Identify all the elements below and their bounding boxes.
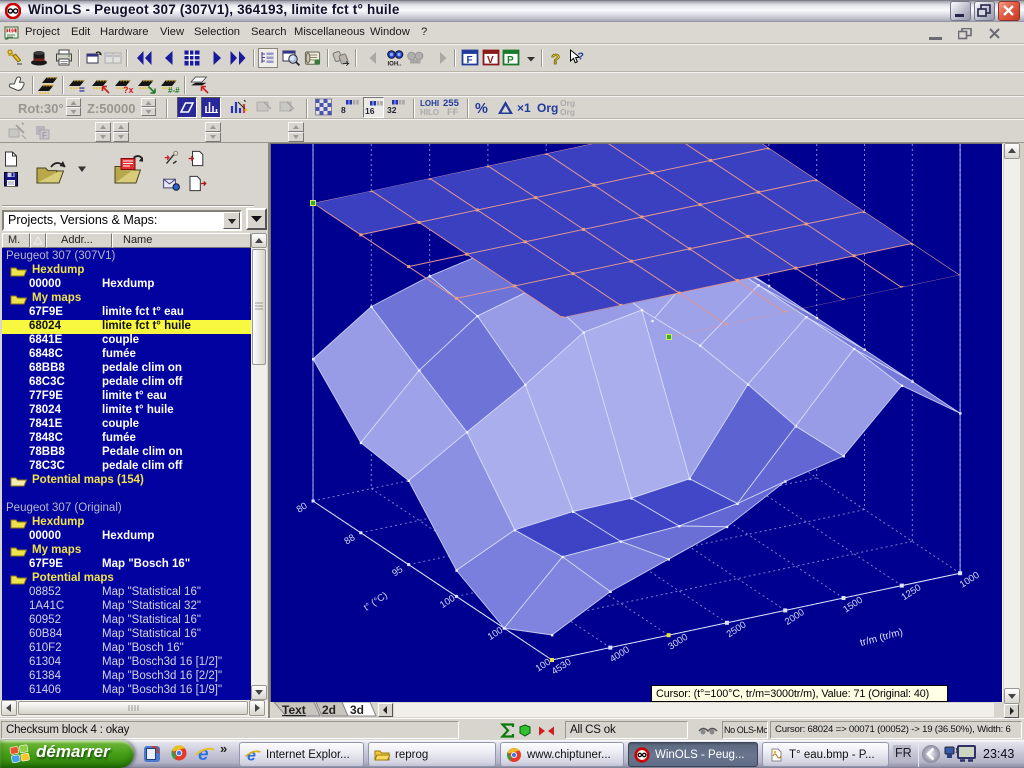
svg-text:×1: ×1: [517, 101, 531, 115]
svg-text:FF: FF: [447, 107, 459, 118]
svg-text:LOHI: LOHI: [420, 99, 439, 108]
svg-text:16: 16: [365, 106, 375, 116]
svg-text:V: V: [487, 55, 494, 66]
svg-text:=: =: [79, 85, 85, 95]
svg-text:F: F: [467, 55, 473, 66]
svg-text:Org: Org: [537, 101, 558, 115]
svg-text:e: e: [198, 744, 209, 765]
svg-text:HILO: HILO: [420, 108, 439, 117]
svg-text:»: »: [220, 744, 227, 756]
svg-text:#-#: #-#: [168, 86, 180, 95]
svg-text:Text: Text: [282, 703, 306, 717]
svg-text:e: e: [247, 748, 256, 764]
svg-text:IOH..: IOH..: [388, 62, 402, 68]
svg-text:8: 8: [341, 105, 346, 115]
svg-text:P: P: [507, 55, 514, 66]
svg-text:32: 32: [387, 105, 397, 115]
svg-text:101: 101: [7, 29, 16, 35]
svg-text:?x: ?x: [123, 85, 134, 95]
svg-text:2d: 2d: [322, 703, 336, 717]
svg-text:Org: Org: [560, 107, 575, 117]
svg-text:?: ?: [551, 51, 560, 68]
svg-text:3d: 3d: [350, 703, 364, 717]
svg-text:?: ?: [578, 51, 584, 63]
svg-text:F: F: [42, 131, 47, 140]
svg-text:%: %: [475, 101, 488, 117]
